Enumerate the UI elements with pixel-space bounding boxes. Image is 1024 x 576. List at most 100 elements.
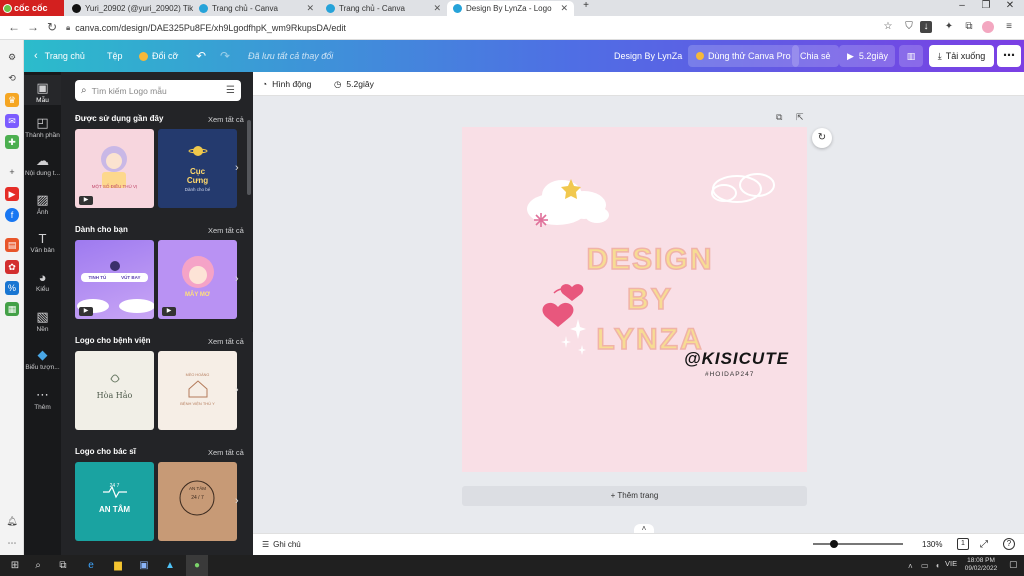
- store-icon[interactable]: ▣: [133, 555, 155, 576]
- avatar[interactable]: [982, 21, 994, 33]
- network-icon[interactable]: ▭: [921, 561, 929, 570]
- download-manager-icon[interactable]: ↓: [920, 21, 932, 33]
- template-thumbnail[interactable]: AN TÂM 24 / 7: [158, 462, 237, 541]
- design-title-text[interactable]: DESIGN BY LYNZA: [560, 240, 740, 360]
- design-hashtag-text[interactable]: #HOIDAP247: [705, 371, 754, 378]
- sidebar-more-icon[interactable]: ⋯: [5, 536, 19, 550]
- design-canvas[interactable]: DESIGN BY LYNZA @KISICUTE #HOIDAP247: [462, 127, 807, 472]
- filter-icon[interactable]: ☰: [226, 85, 235, 96]
- search-icon[interactable]: ⌕: [27, 555, 49, 576]
- template-thumbnail[interactable]: MỘT SỐ ĐIỀU THÚ VỊ ▶: [75, 129, 154, 208]
- fullscreen-icon[interactable]: ⤢: [980, 533, 988, 555]
- zoom-slider[interactable]: [813, 543, 903, 545]
- facebook-icon[interactable]: f: [5, 208, 19, 222]
- rail-item-more[interactable]: ⋯ Thêm: [24, 387, 61, 411]
- chevron-right-icon[interactable]: ›: [235, 162, 239, 174]
- undo-icon[interactable]: ↶: [196, 40, 206, 72]
- game-icon[interactable]: ✚: [5, 135, 19, 149]
- chevron-right-icon[interactable]: ›: [235, 495, 239, 507]
- volume-icon[interactable]: ◖: [935, 561, 940, 570]
- chevron-right-icon[interactable]: ›: [235, 384, 239, 396]
- play-button[interactable]: ▶ 5.2giây: [839, 45, 895, 67]
- windows-start-icon[interactable]: ⊞: [4, 555, 26, 576]
- template-thumbnail[interactable]: Cục Cưng Dành cho bé: [158, 129, 237, 208]
- template-thumbnail[interactable]: Hòa Hảo: [75, 351, 154, 430]
- panel-scrollbar[interactable]: [247, 120, 251, 195]
- zoom-slider-handle[interactable]: [830, 540, 838, 548]
- add-page-icon[interactable]: ⇱: [796, 112, 804, 123]
- minimize-icon[interactable]: –: [952, 0, 972, 16]
- resize-button[interactable]: Đổi cỡ: [139, 40, 178, 72]
- try-pro-button[interactable]: Dùng thử Canva Pro: [688, 45, 799, 67]
- animate-button[interactable]: ◔ Hình động: [262, 72, 311, 96]
- add-page-button[interactable]: + Thêm trang: [462, 486, 807, 506]
- youtube-icon[interactable]: ▶: [5, 187, 19, 201]
- zoom-level[interactable]: 130%: [922, 533, 942, 555]
- more-options-icon[interactable]: ⋯: [997, 45, 1021, 67]
- photos-icon[interactable]: ▲: [159, 555, 181, 576]
- task-view-icon[interactable]: ⧉: [52, 555, 74, 576]
- discount-icon[interactable]: %: [5, 281, 19, 295]
- coccoc-taskbar-icon[interactable]: ●: [186, 555, 208, 576]
- browser-tab-canva-home[interactable]: Trang chủ - Canva ✕: [193, 1, 320, 16]
- history-icon[interactable]: ⟲: [5, 71, 19, 85]
- new-tab-icon[interactable]: +: [576, 0, 596, 16]
- share-button[interactable]: Chia sẻ: [792, 45, 839, 67]
- tray-chevron-icon[interactable]: ˄: [908, 562, 913, 571]
- notification-icon[interactable]: ▢: [1009, 559, 1018, 570]
- file-button[interactable]: Tệp: [107, 40, 123, 72]
- settings-icon[interactable]: ⚙: [5, 50, 19, 64]
- menu-icon[interactable]: ≡: [1003, 21, 1015, 33]
- close-window-icon[interactable]: ✕: [1000, 0, 1020, 16]
- messenger-icon[interactable]: ✉: [5, 114, 19, 128]
- reload-icon[interactable]: ↻: [47, 20, 57, 34]
- rail-item-logos[interactable]: ◆ Biểu tượn...: [24, 347, 61, 371]
- extensions-icon[interactable]: ✦: [943, 21, 955, 33]
- bell-icon[interactable]: 🔔︎: [5, 514, 19, 528]
- page-count-button[interactable]: 1: [957, 538, 969, 550]
- file-explorer-icon[interactable]: ▆: [107, 555, 129, 576]
- rail-item-elements[interactable]: ◰ Thành phần: [24, 115, 61, 139]
- template-thumbnail[interactable]: MÂY MƠ ▶: [158, 240, 237, 319]
- close-icon[interactable]: ✕: [433, 3, 441, 14]
- help-icon[interactable]: ?: [1003, 538, 1015, 550]
- shopping-icon[interactable]: ✿: [5, 260, 19, 274]
- add-icon[interactable]: +: [5, 165, 19, 179]
- crown-icon[interactable]: ♛: [5, 93, 19, 107]
- rail-item-uploads[interactable]: ☁ Nội dung t...: [24, 153, 61, 177]
- home-button[interactable]: ‹ Trang chủ: [34, 40, 85, 72]
- design-handle-text[interactable]: @KISICUTE: [684, 349, 789, 369]
- rail-item-templates[interactable]: ▣ Mẫu: [24, 75, 61, 105]
- edge-icon[interactable]: e: [80, 555, 102, 576]
- download-button[interactable]: ⤓ Tải xuống: [929, 45, 994, 67]
- see-all-link[interactable]: Xem tất cả: [208, 115, 244, 124]
- notes-button[interactable]: ☰ Ghi chú: [262, 533, 301, 555]
- language-indicator[interactable]: VIE: [945, 559, 957, 568]
- clock[interactable]: 18:08 PM 09/02/2022: [961, 557, 1001, 573]
- template-thumbnail[interactable]: MÈO HOÀNG BỆNH VIỆN THÚ Y: [158, 351, 237, 430]
- duration-button[interactable]: ◷ 5.2giây: [334, 72, 374, 96]
- close-icon[interactable]: ✕: [560, 3, 568, 14]
- insights-icon[interactable]: ▥: [899, 45, 923, 67]
- puzzle-icon[interactable]: ⧉: [963, 21, 975, 33]
- rail-item-photos[interactable]: ▨ Ảnh: [24, 192, 61, 216]
- template-thumbnail[interactable]: 24 7 AN TÂM: [75, 462, 154, 541]
- redo-icon[interactable]: ↷: [220, 40, 230, 72]
- see-all-link[interactable]: Xem tất cả: [208, 226, 244, 235]
- maximize-icon[interactable]: ❐: [976, 0, 996, 16]
- sheet-icon[interactable]: ▦: [5, 302, 19, 316]
- duplicate-page-icon[interactable]: ⧉: [776, 112, 782, 123]
- coccoc-logo[interactable]: cốc cốc: [0, 0, 64, 16]
- star-icon[interactable]: ☆: [882, 21, 894, 33]
- back-icon[interactable]: ←: [8, 20, 20, 34]
- see-all-link[interactable]: Xem tất cả: [208, 337, 244, 346]
- design-title[interactable]: Design By LynZa: [614, 40, 682, 72]
- rail-item-background[interactable]: ▧ Nền: [24, 309, 61, 333]
- browser-tab-design[interactable]: Design By LynZa - Logo ✕: [447, 1, 574, 16]
- template-search-input[interactable]: ⌕ Tìm kiếm Logo mẫu ☰: [75, 80, 241, 101]
- refresh-icon[interactable]: ↻: [812, 128, 832, 148]
- template-thumbnail[interactable]: TINH TÚ VÚT BAY ▶: [75, 240, 154, 319]
- url-field[interactable]: 🔒︎ canva.com/design/DAE325Pu8FE/xh9Lgodf…: [66, 19, 866, 37]
- shield-icon[interactable]: ⛉: [903, 21, 915, 33]
- forward-icon[interactable]: →: [27, 20, 39, 34]
